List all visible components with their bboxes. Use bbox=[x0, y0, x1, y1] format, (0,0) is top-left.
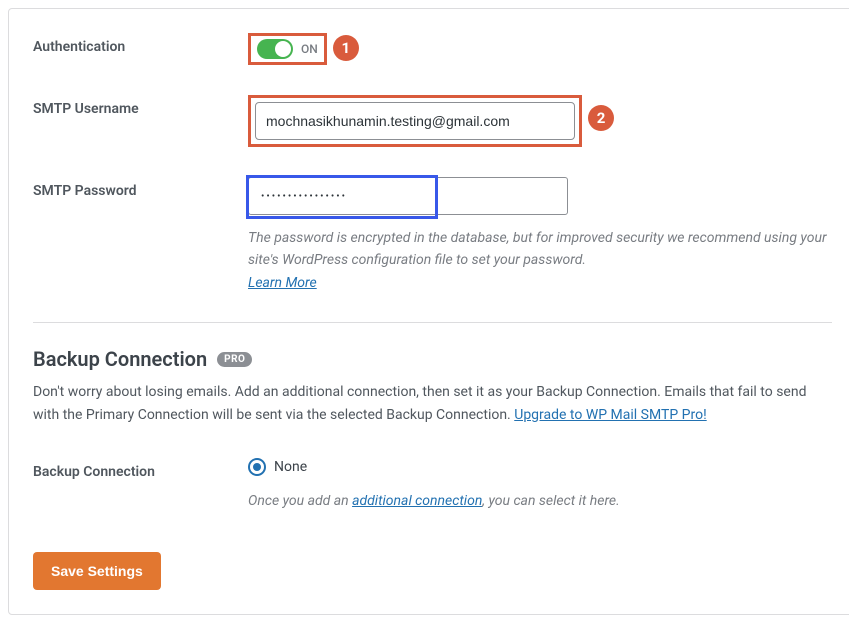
annotation-highlight-1: ON bbox=[248, 33, 327, 65]
section-divider bbox=[33, 322, 832, 323]
authentication-toggle-state: ON bbox=[301, 42, 318, 56]
backup-radio-none[interactable] bbox=[248, 458, 266, 476]
annotation-badge-2: 2 bbox=[588, 105, 614, 131]
additional-connection-link[interactable]: additional connection bbox=[352, 493, 482, 509]
smtp-password-control: •••••••••••••••• The password is encrypt… bbox=[248, 177, 832, 294]
save-settings-button[interactable]: Save Settings bbox=[33, 552, 161, 590]
smtp-password-helper: The password is encrypted in the databas… bbox=[248, 227, 832, 294]
backup-connection-description: Don't worry about losing emails. Add an … bbox=[33, 381, 832, 426]
authentication-control: ON 1 bbox=[248, 33, 832, 65]
annotation-highlight-2 bbox=[248, 95, 582, 147]
smtp-username-control: 2 bbox=[248, 95, 832, 147]
authentication-row: Authentication ON 1 bbox=[33, 33, 832, 65]
learn-more-link[interactable]: Learn More bbox=[248, 275, 317, 291]
settings-panel: Authentication ON 1 SMTP Username 2 bbox=[8, 8, 849, 615]
smtp-username-row: SMTP Username 2 bbox=[33, 95, 832, 147]
smtp-password-row: SMTP Password •••••••••••••••• The passw… bbox=[33, 177, 832, 294]
toggle-knob-icon bbox=[275, 41, 291, 57]
backup-connection-heading: Backup Connection PRO bbox=[33, 347, 832, 371]
smtp-password-input[interactable]: •••••••••••••••• bbox=[248, 177, 568, 215]
smtp-password-label: SMTP Password bbox=[33, 177, 248, 199]
backup-connection-control: None Once you add an additional connecti… bbox=[248, 458, 832, 512]
backup-connection-label: Backup Connection bbox=[33, 458, 248, 480]
radio-dot-icon bbox=[253, 463, 261, 471]
backup-connection-row: Backup Connection None Once you add an a… bbox=[33, 458, 832, 512]
smtp-password-value: •••••••••••••••• bbox=[249, 191, 347, 202]
backup-connection-heading-text: Backup Connection bbox=[33, 347, 207, 371]
backup-radio-none-label: None bbox=[274, 459, 307, 475]
pro-badge: PRO bbox=[217, 352, 252, 367]
authentication-toggle[interactable] bbox=[257, 39, 293, 59]
backup-radio-none-wrap: None bbox=[248, 458, 832, 476]
backup-helper-pre: Once you add an bbox=[248, 493, 352, 509]
smtp-password-helper-text: The password is encrypted in the databas… bbox=[248, 230, 827, 268]
backup-helper-post: , you can select it here. bbox=[482, 493, 619, 509]
upgrade-link[interactable]: Upgrade to WP Mail SMTP Pro! bbox=[514, 407, 706, 423]
annotation-badge-1: 1 bbox=[333, 35, 359, 61]
smtp-username-input[interactable] bbox=[255, 102, 575, 140]
authentication-label: Authentication bbox=[33, 33, 248, 55]
backup-connection-helper: Once you add an additional connection, y… bbox=[248, 490, 832, 512]
smtp-username-label: SMTP Username bbox=[33, 95, 248, 117]
